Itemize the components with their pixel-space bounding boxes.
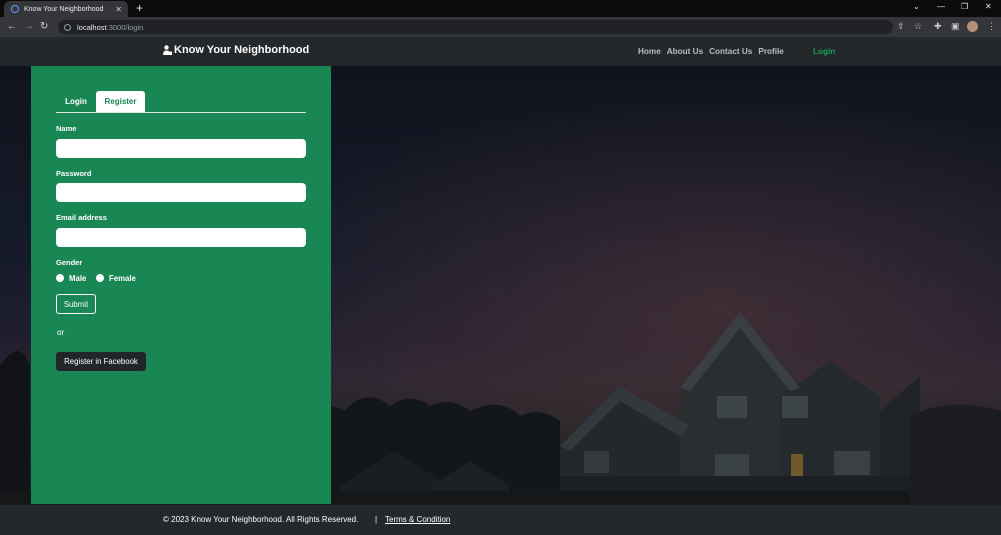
- side-panel-icon[interactable]: ▣: [951, 21, 960, 32]
- nav-link-contact-us[interactable]: Contact Us: [709, 47, 752, 56]
- gender-female-label[interactable]: Female: [109, 274, 136, 283]
- gender-female-radio[interactable]: [96, 274, 104, 282]
- submit-button[interactable]: Submit: [56, 294, 96, 314]
- forward-icon[interactable]: →: [24, 21, 34, 33]
- bookmark-star-icon[interactable]: ☆: [914, 21, 922, 32]
- password-input[interactable]: [56, 183, 306, 202]
- email-input[interactable]: [56, 228, 306, 247]
- new-tab-icon[interactable]: +: [136, 2, 143, 14]
- email-label: Email address: [56, 213, 107, 222]
- site-header: [0, 37, 1001, 66]
- url-path: :3000/login: [106, 22, 144, 32]
- site-info-icon[interactable]: [64, 23, 71, 31]
- nav-link-profile[interactable]: Profile: [758, 47, 783, 56]
- copyright-text: © 2023 Know Your Neighborhood. All Right…: [163, 515, 359, 524]
- gender-male-radio[interactable]: [56, 274, 64, 282]
- name-label: Name: [56, 124, 77, 133]
- nav-link-home[interactable]: Home: [638, 47, 661, 56]
- or-divider-text: or: [57, 328, 65, 337]
- password-label: Password: [56, 169, 92, 178]
- browser-toolbar: ← → ↻ localhost:3000/login ⇪ ☆ ✚ ▣ ⋮: [0, 17, 1001, 37]
- address-bar[interactable]: localhost:3000/login: [58, 20, 893, 34]
- terms-link[interactable]: Terms & Condition: [385, 515, 450, 524]
- brand-name: Know Your Neighborhood: [174, 44, 310, 56]
- site-footer: [0, 505, 1001, 535]
- browser-tabbar: Know Your Neighborhood ✕ + ⌄ — ❐ ✕: [0, 0, 1001, 17]
- footer-separator: |: [375, 515, 378, 524]
- user-lock-icon: [163, 45, 172, 55]
- tab-title: Know Your Neighborhood: [24, 5, 104, 13]
- share-icon[interactable]: ⇪: [897, 21, 905, 32]
- main-nav: Home About Us Contact Us Profile: [638, 47, 784, 56]
- reload-icon[interactable]: ↻: [40, 21, 48, 33]
- react-favicon-icon: [11, 5, 19, 13]
- auth-tabs: Login Register: [56, 91, 306, 113]
- back-icon[interactable]: ←: [7, 21, 17, 33]
- register-facebook-button[interactable]: Register in Facebook: [56, 352, 146, 371]
- nav-link-about-us[interactable]: About Us: [667, 47, 703, 56]
- profile-avatar[interactable]: [967, 21, 978, 32]
- url-host: localhost: [77, 22, 107, 32]
- nav-login-link[interactable]: Login: [813, 47, 835, 56]
- extensions-icon[interactable]: ✚: [934, 21, 942, 32]
- brand[interactable]: Know Your Neighborhood: [163, 44, 309, 56]
- minimize-icon[interactable]: —: [937, 2, 945, 11]
- gender-male-label[interactable]: Male: [69, 274, 86, 283]
- tab-register[interactable]: Register: [96, 91, 145, 112]
- name-input[interactable]: [56, 139, 306, 158]
- browser-tab[interactable]: Know Your Neighborhood ✕: [4, 1, 128, 17]
- tab-login[interactable]: Login: [56, 91, 96, 112]
- restore-icon[interactable]: ❐: [961, 2, 968, 11]
- menu-kebab-icon[interactable]: ⋮: [987, 21, 996, 32]
- tab-close-icon[interactable]: ✕: [115, 5, 122, 14]
- gender-label: Gender: [56, 258, 83, 267]
- window-close-icon[interactable]: ✕: [985, 2, 992, 11]
- tab-search-icon[interactable]: ⌄: [913, 2, 920, 11]
